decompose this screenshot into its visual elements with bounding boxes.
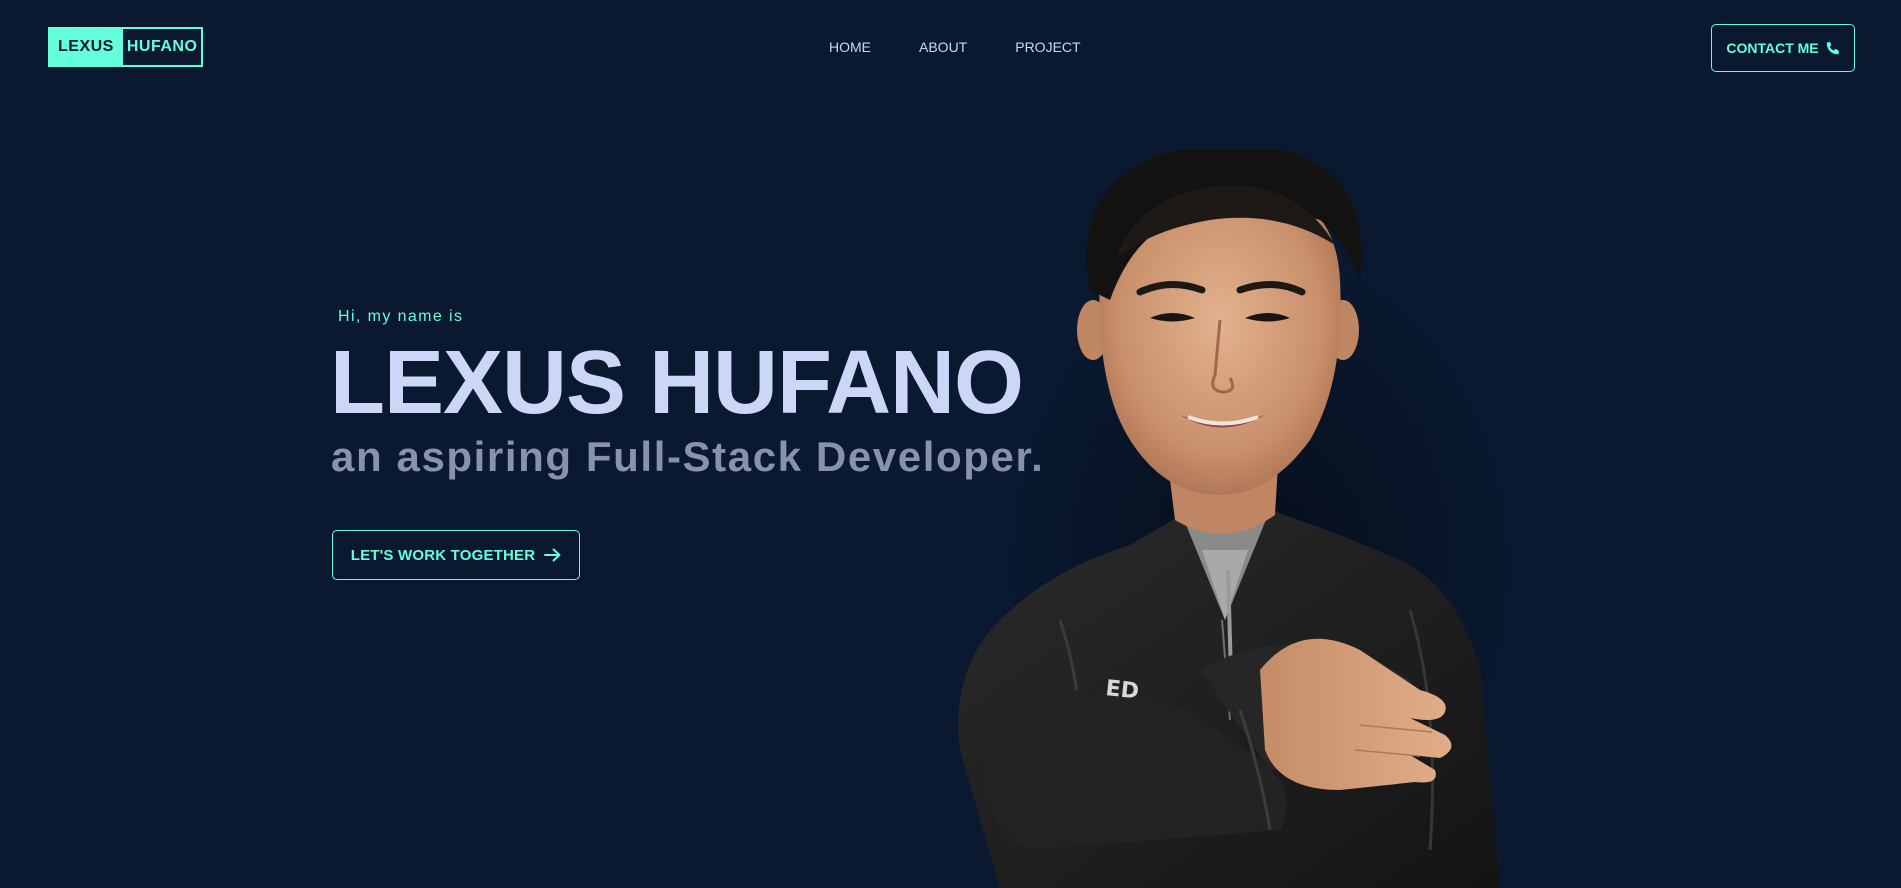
contact-me-label: CONTACT ME	[1726, 40, 1819, 56]
nav-about[interactable]: ABOUT	[919, 36, 967, 58]
nav-project[interactable]: PROJECT	[1015, 36, 1080, 58]
arrow-right-icon	[544, 548, 561, 562]
hero-subtitle: an aspiring Full-Stack Developer.	[331, 433, 1045, 480]
nav-home[interactable]: HOME	[829, 36, 871, 58]
work-together-label: LET'S WORK TOGETHER	[350, 546, 536, 564]
hero-greeting: Hi, my name is	[338, 308, 464, 325]
phone-icon	[1826, 41, 1840, 55]
hero-name: LEXUS HUFANO	[330, 333, 1024, 433]
work-together-button[interactable]: LET'S WORK TOGETHER	[332, 530, 580, 580]
logo-last-name: HUFANO	[122, 29, 202, 65]
portfolio-page: LEXUS HUFANO HOME ABOUT PROJECT CONTACT …	[0, 0, 1901, 888]
main-nav: HOME ABOUT PROJECT	[829, 36, 1129, 58]
site-logo[interactable]: LEXUS HUFANO	[48, 27, 204, 67]
contact-me-button[interactable]: CONTACT ME	[1711, 24, 1855, 72]
svg-text:ED: ED	[1104, 676, 1140, 704]
profile-photo: ED	[958, 150, 1520, 888]
logo-first-name: LEXUS	[50, 29, 123, 65]
